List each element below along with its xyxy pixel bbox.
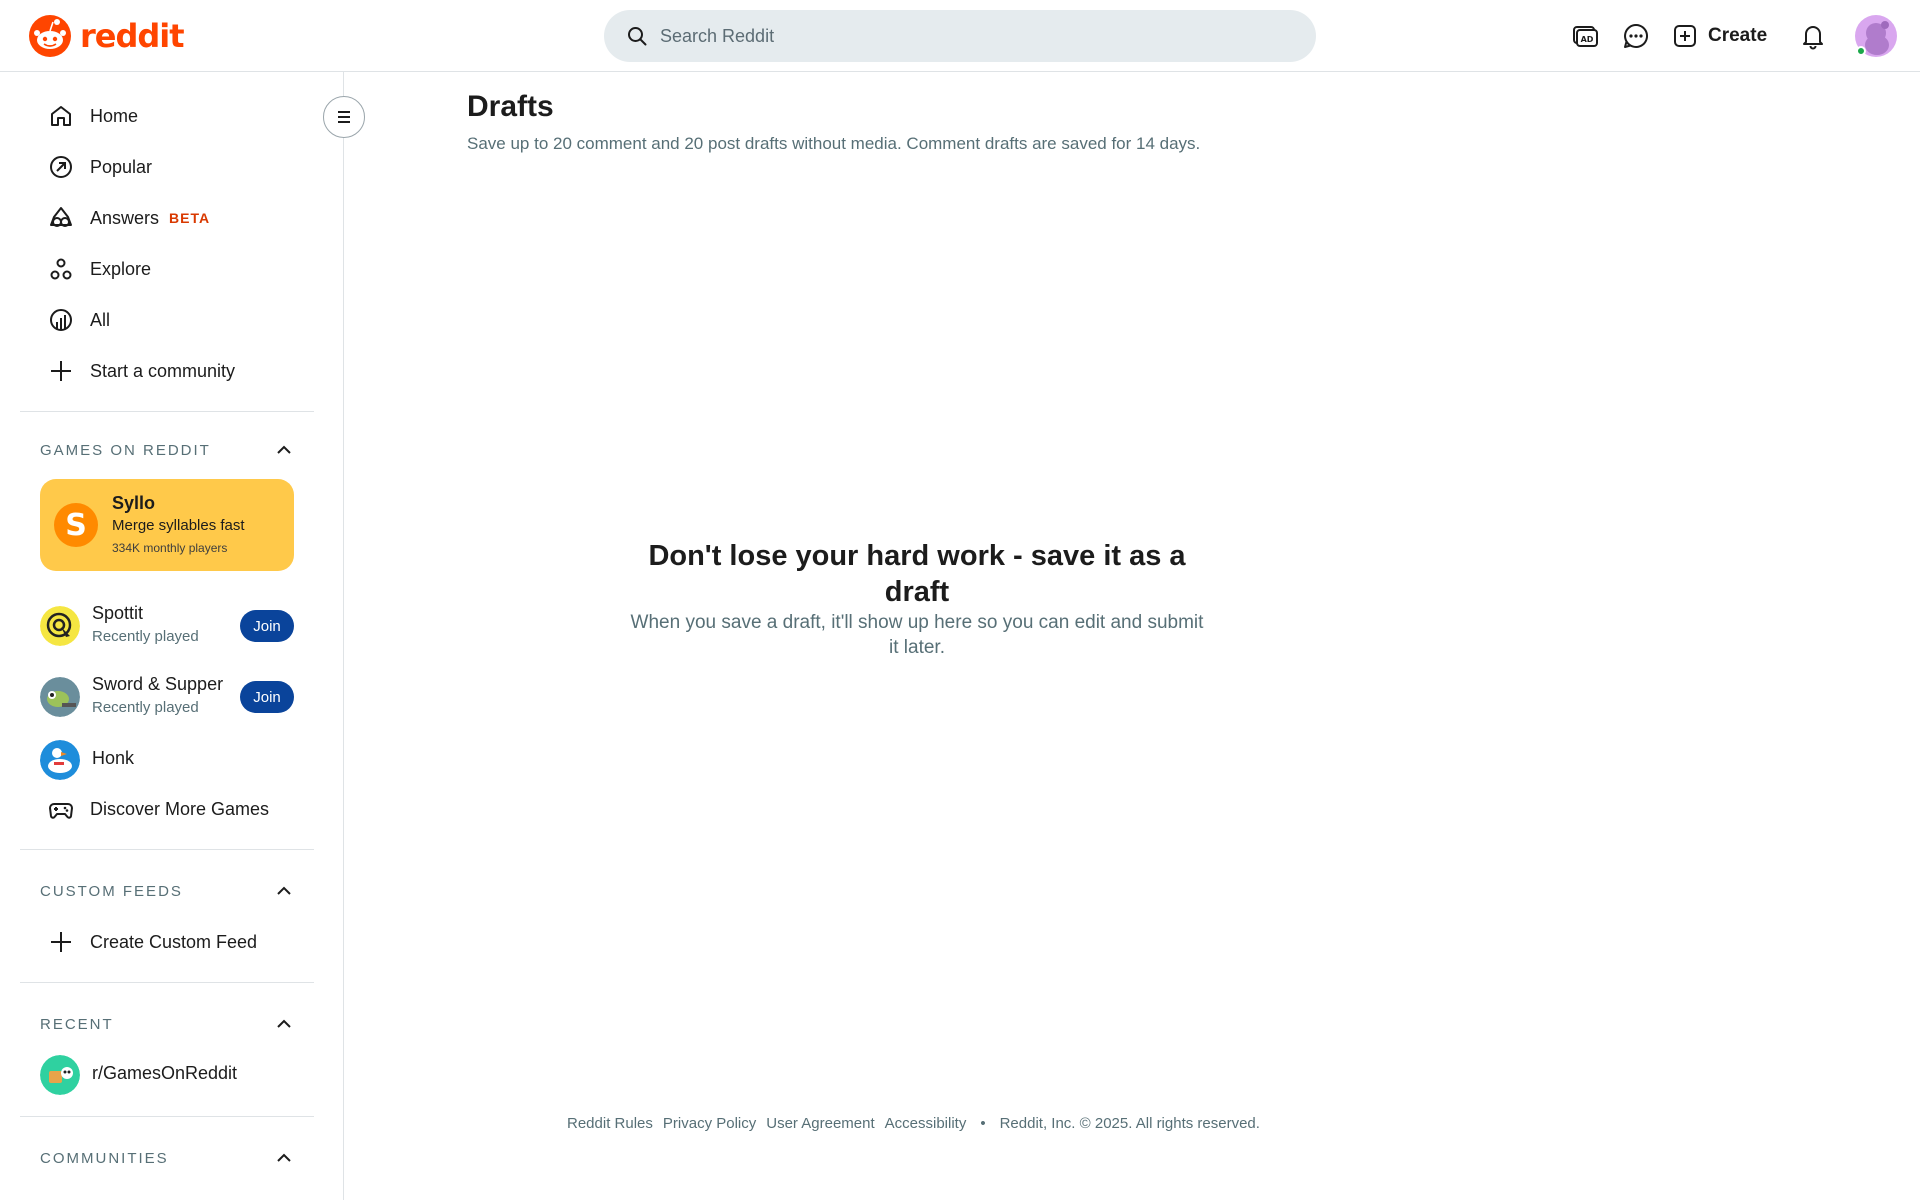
game-item-honk[interactable]: Honk: [40, 735, 294, 785]
plus-icon: [51, 932, 71, 952]
explore-icon: [50, 258, 72, 280]
sword-and-supper-icon: [40, 677, 80, 717]
all-icon: [50, 309, 72, 331]
snoo-icon: [29, 15, 71, 57]
brand-wordmark: reddit: [80, 17, 185, 55]
game-meta: Recently played: [92, 699, 199, 716]
sidebar-item-label: Start a community: [90, 360, 236, 381]
svg-text:AD: AD: [1581, 35, 1594, 44]
community-icon: [40, 1055, 80, 1095]
sidebar-item-all[interactable]: All: [40, 296, 312, 344]
featured-game-name: Syllo: [112, 493, 156, 513]
divider: [20, 1116, 314, 1117]
sidebar-item-label: Popular: [90, 156, 153, 177]
chevron-up-icon[interactable]: [274, 440, 294, 460]
discover-more-games[interactable]: Discover More Games: [40, 785, 312, 833]
footer-link-rules[interactable]: Reddit Rules: [567, 1115, 653, 1132]
sidebar-item-label: All: [90, 309, 111, 330]
plus-icon: [51, 361, 71, 381]
chevron-up-icon[interactable]: [274, 1148, 294, 1168]
recent-section-header[interactable]: RECENT: [40, 1009, 294, 1039]
page-description: Save up to 20 comment and 20 post drafts…: [467, 134, 1201, 153]
sidebar-item-home[interactable]: Home: [40, 92, 312, 140]
join-button[interactable]: Join: [240, 610, 294, 642]
chevron-up-icon[interactable]: [274, 881, 294, 901]
create-label: Create: [1708, 25, 1768, 46]
footer-copyright: Reddit, Inc. © 2025. All rights reserved…: [999, 1115, 1260, 1132]
advertise-icon[interactable]: AD: [1568, 19, 1602, 53]
notification-bell-icon[interactable]: [1796, 19, 1830, 53]
sidebar-item-label: Explore: [90, 258, 152, 279]
top-header: reddit AD Create: [0, 0, 1920, 72]
sidebar-item-explore[interactable]: Explore: [40, 245, 312, 293]
search-icon: [628, 27, 647, 46]
search-bar[interactable]: [604, 10, 1316, 62]
online-status-dot: [1856, 46, 1866, 56]
spottit-icon: [40, 606, 80, 646]
create-plus-icon: [1674, 25, 1696, 47]
game-item-sword-and-supper[interactable]: Sword & Supper Recently played Join: [40, 672, 294, 722]
game-item-spottit[interactable]: Spottit Recently played Join: [40, 601, 294, 651]
communities-section-header[interactable]: COMMUNITIES: [40, 1143, 294, 1173]
divider: [20, 982, 314, 983]
divider: [20, 411, 314, 412]
empty-state-title: Don't lose your hard work - save it as a…: [648, 540, 1186, 608]
create-button[interactable]: Create: [1672, 17, 1767, 55]
sidebar-item-label: Answers: [90, 207, 160, 228]
chat-icon[interactable]: [1619, 19, 1653, 53]
footer: Reddit Rules Privacy Policy User Agreeme…: [567, 1115, 1260, 1132]
left-sidebar: Home Popular Answers BETA Explore All St…: [0, 72, 344, 1200]
community-name: r/GamesOnReddit: [92, 1063, 238, 1083]
game-name: Spottit: [92, 603, 144, 623]
syllo-logo: S: [54, 503, 98, 547]
popular-icon: [50, 156, 72, 178]
custom-feeds-section-header[interactable]: CUSTOM FEEDS: [40, 876, 294, 906]
game-name: Honk: [92, 748, 135, 768]
sidebar-item-label: Create Custom Feed: [90, 931, 258, 952]
footer-link-accessibility[interactable]: Accessibility: [885, 1115, 967, 1132]
games-section-header[interactable]: GAMES ON REDDIT: [40, 435, 294, 465]
home-icon: [51, 106, 71, 126]
create-custom-feed[interactable]: Create Custom Feed: [40, 918, 312, 966]
page-title: Drafts: [467, 90, 554, 123]
section-title: RECENT: [40, 1015, 114, 1033]
collapse-sidebar-button[interactable]: [323, 96, 365, 138]
search-input[interactable]: [660, 25, 1280, 47]
featured-game-players: 334K monthly players: [112, 541, 228, 555]
footer-link-privacy[interactable]: Privacy Policy: [663, 1115, 756, 1132]
footer-separator: •: [980, 1115, 986, 1132]
featured-game-card[interactable]: S Syllo Merge syllables fast 334K monthl…: [40, 479, 294, 571]
honk-icon: [40, 740, 80, 780]
reddit-logo[interactable]: reddit: [28, 14, 185, 58]
section-title: GAMES ON REDDIT: [40, 441, 211, 459]
recent-item-gamesonreddit[interactable]: r/GamesOnReddit: [40, 1050, 294, 1100]
controller-icon: [49, 803, 73, 819]
sidebar-item-answers[interactable]: Answers BETA: [40, 194, 312, 242]
join-button[interactable]: Join: [240, 681, 294, 713]
section-title: COMMUNITIES: [40, 1149, 169, 1167]
section-title: CUSTOM FEEDS: [40, 882, 183, 900]
divider: [20, 849, 314, 850]
sidebar-item-label: Home: [90, 105, 139, 126]
sidebar-item-label: Discover More Games: [90, 798, 270, 819]
menu-icon: [338, 111, 350, 123]
sidebar-item-popular[interactable]: Popular: [40, 143, 312, 191]
beta-badge: BETA: [169, 210, 211, 226]
empty-state-subtitle: When you save a draft, it'll show up her…: [630, 612, 1204, 658]
featured-game-tagline: Merge syllables fast: [112, 517, 245, 534]
game-name: Sword & Supper: [92, 674, 224, 694]
sidebar-item-start-community[interactable]: Start a community: [40, 347, 312, 395]
answers-icon: [50, 207, 72, 227]
game-meta: Recently played: [92, 628, 199, 645]
footer-link-user-agreement[interactable]: User Agreement: [766, 1115, 874, 1132]
chevron-up-icon[interactable]: [274, 1014, 294, 1034]
